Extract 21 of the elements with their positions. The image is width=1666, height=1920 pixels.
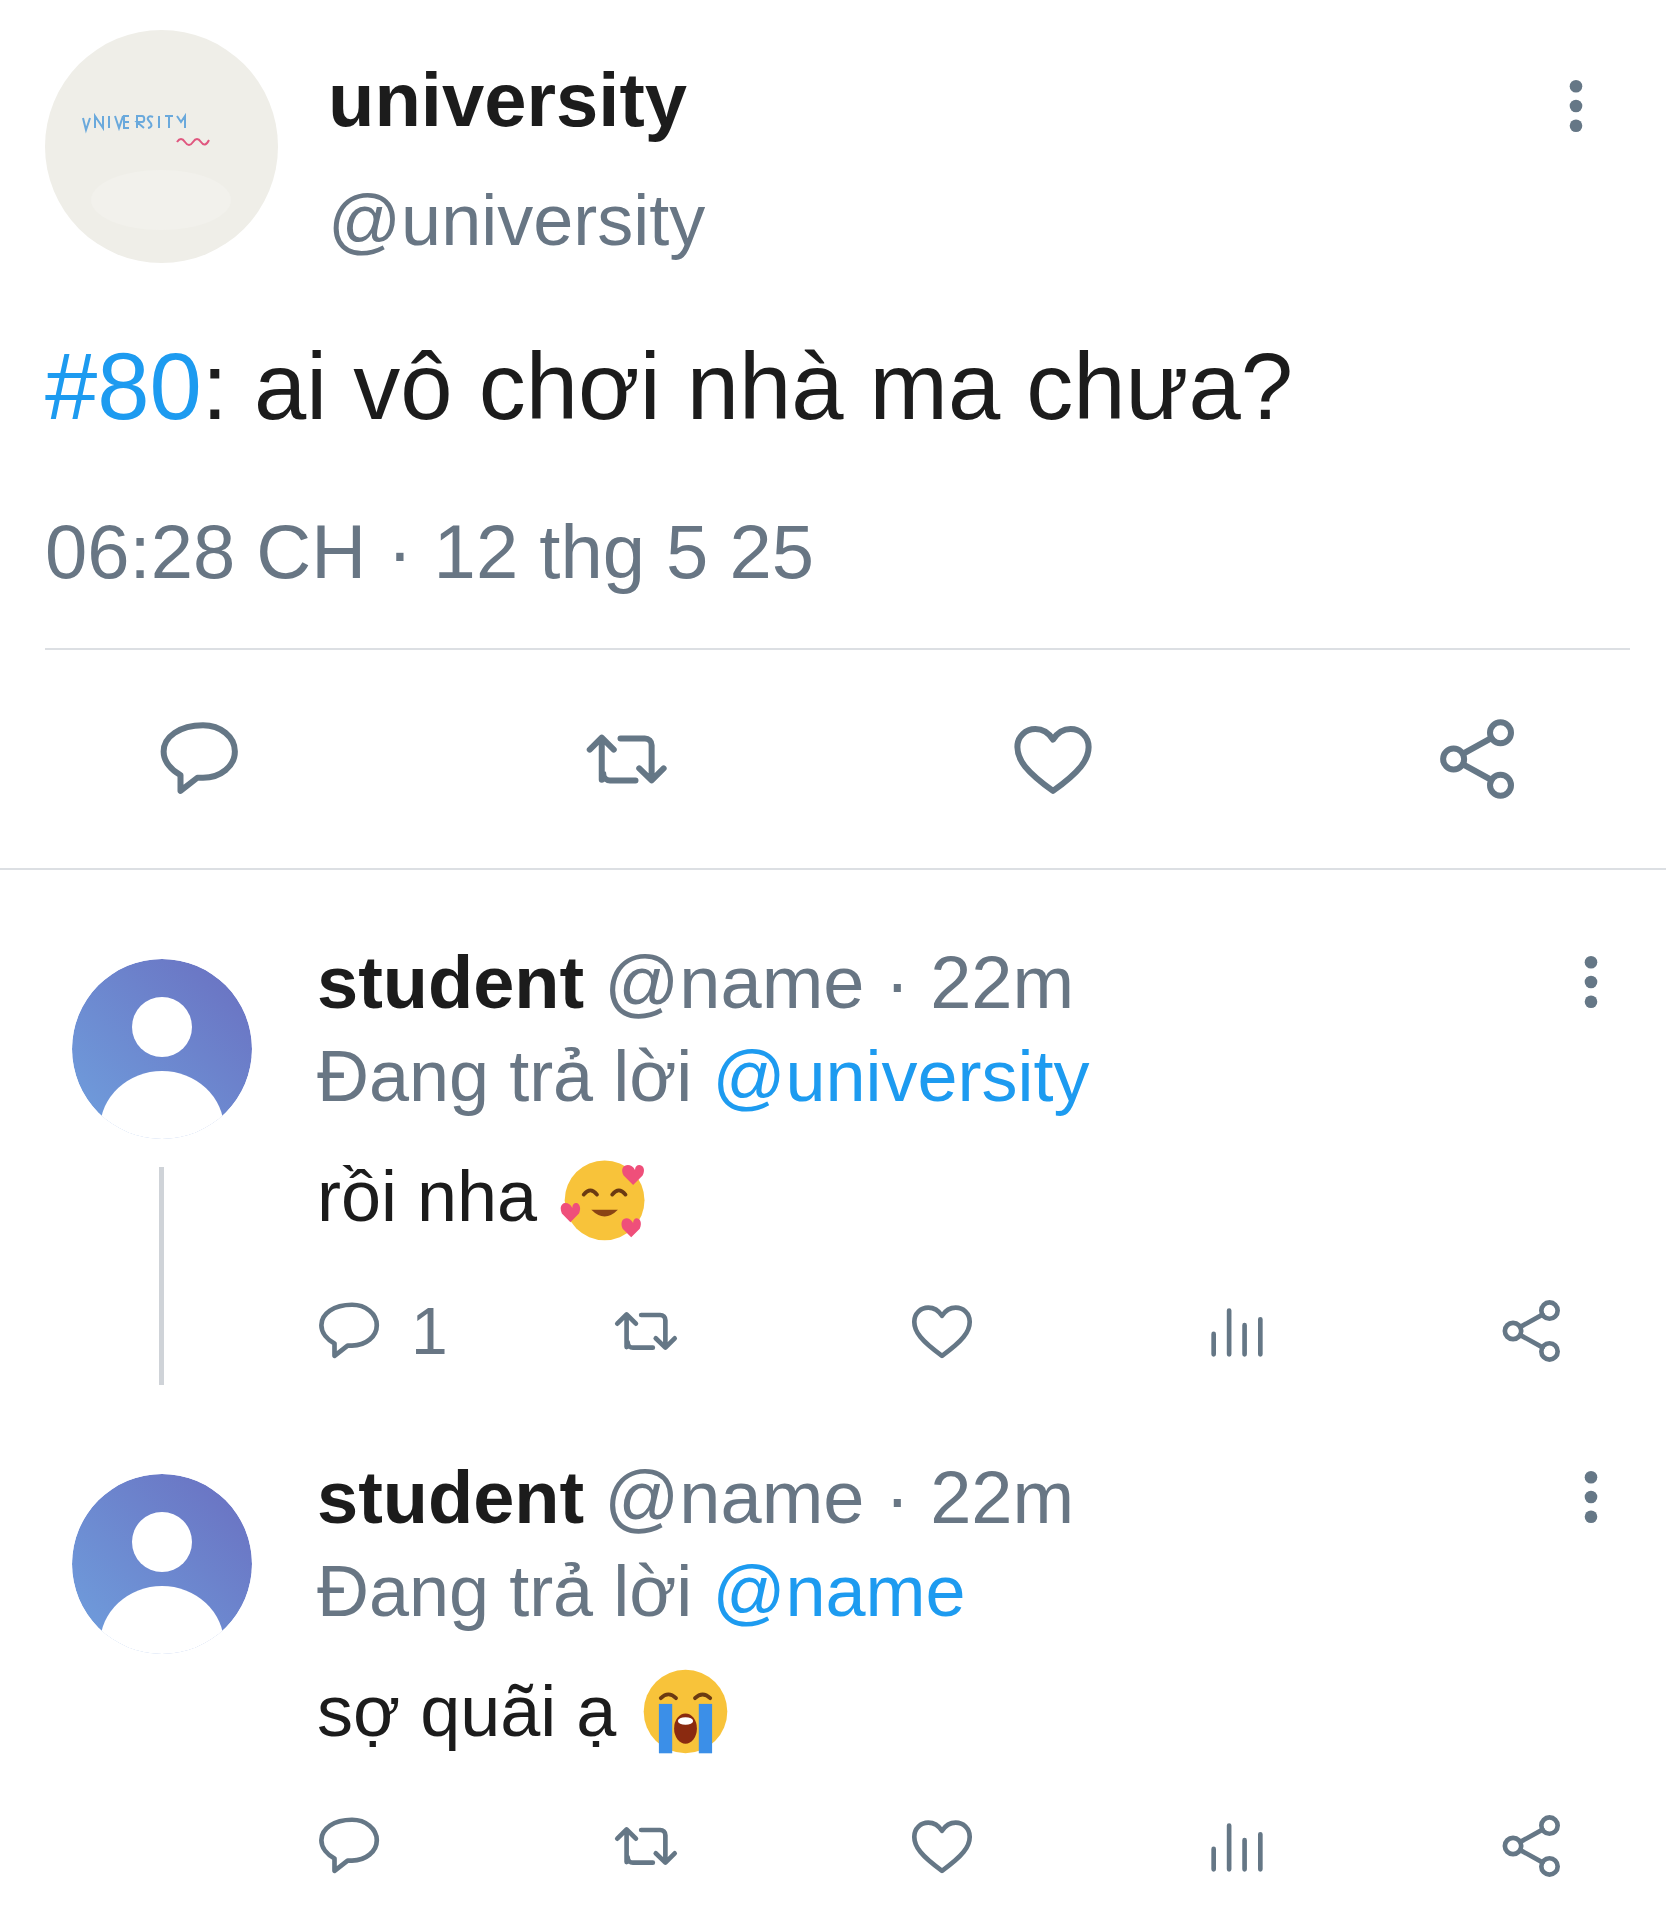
mention-link[interactable]: @university bbox=[712, 1028, 1090, 1124]
mention-link[interactable]: @name bbox=[712, 1543, 966, 1639]
username-and-time: @name · 22m bbox=[604, 939, 1075, 1025]
more-icon[interactable] bbox=[1582, 1469, 1600, 1525]
avatar-icon[interactable] bbox=[72, 959, 252, 1139]
more-icon[interactable] bbox=[1582, 954, 1600, 1010]
tweet-text: : ai vô chơi nhà ma chưa? bbox=[201, 334, 1294, 439]
more-icon[interactable] bbox=[1567, 78, 1585, 134]
avatar-icon[interactable] bbox=[72, 1474, 252, 1654]
username-and-time: @name · 22m bbox=[604, 1454, 1075, 1540]
timestamp: 06:28 CH · 12 thg 5 25 bbox=[45, 508, 814, 596]
replying-to-label: Đang trả lời bbox=[317, 1550, 693, 1633]
display-name: student bbox=[317, 939, 585, 1025]
username: @university bbox=[328, 179, 706, 262]
reply-count: 1 bbox=[411, 1296, 448, 1366]
reply-text: rồi nha bbox=[317, 1155, 538, 1238]
hashtag-link[interactable]: #80 bbox=[45, 334, 202, 439]
display-name: university bbox=[328, 56, 688, 144]
replying-to-label: Đang trả lời bbox=[317, 1035, 693, 1118]
reply-text: sợ quãi ạ bbox=[317, 1670, 617, 1753]
display-name: student bbox=[317, 1454, 585, 1540]
